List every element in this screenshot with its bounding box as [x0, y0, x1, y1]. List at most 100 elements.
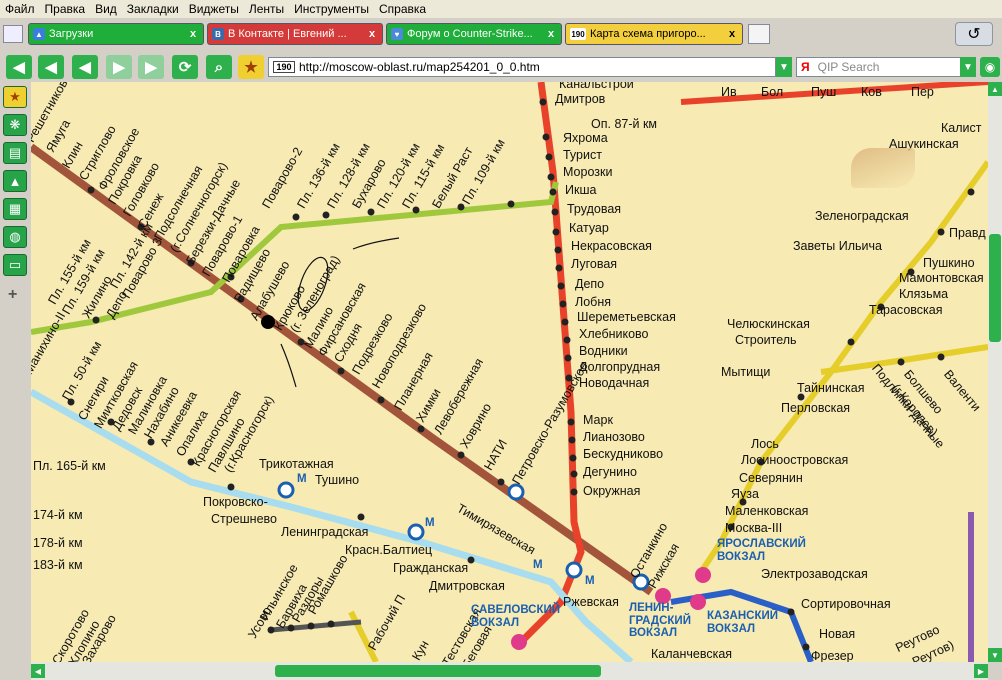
- search-icon[interactable]: ⌕: [206, 55, 232, 79]
- close-icon[interactable]: x: [366, 28, 378, 40]
- menu-help[interactable]: Справка: [374, 2, 431, 16]
- tab-bar: ▲ Загрузки x B В Контакте | Евгений ... …: [0, 20, 1002, 48]
- terminal-yaroslavsky: [695, 567, 711, 583]
- tab-map-active[interactable]: 190 Карта схема пригоро... x: [565, 23, 743, 45]
- favorites-star-icon[interactable]: ★: [238, 55, 264, 79]
- station-lugovaya: Луговая: [571, 257, 618, 271]
- scroll-corner: [988, 662, 1002, 680]
- add-sidebar-icon[interactable]: +: [8, 286, 17, 304]
- station-lianozovo: Лианозово: [583, 430, 645, 444]
- yandex-icon: Я: [801, 60, 810, 74]
- back-green-icon[interactable]: ◀: [38, 55, 64, 79]
- menu-tools[interactable]: Инструменты: [289, 2, 374, 16]
- calendar-icon[interactable]: ▦: [3, 198, 27, 220]
- tv-icon[interactable]: ▭: [3, 254, 27, 276]
- tab-downloads[interactable]: ▲ Загрузки x: [28, 23, 204, 45]
- scroll-up-icon[interactable]: ▲: [988, 82, 1002, 96]
- url-dropdown-icon[interactable]: ▼: [776, 57, 792, 77]
- back-icon[interactable]: ◀: [6, 55, 32, 79]
- map-view[interactable]: Канальстрой Дмитров Оп. 87-й км Яхрома Т…: [31, 82, 988, 662]
- search-input[interactable]: Я QIP Search: [796, 57, 976, 77]
- station-kalist: Калист: [941, 121, 982, 135]
- tab-label: Загрузки: [49, 28, 94, 40]
- station-dolgoprudnaya: Долгопрудная: [579, 360, 661, 374]
- forward-alt-icon[interactable]: ▶: [138, 55, 164, 79]
- downloads-icon: ▲: [33, 28, 45, 40]
- forum-icon: ♥: [391, 28, 403, 40]
- station-streshnevo: Стрешнево: [211, 512, 277, 526]
- station-zelenogradskaya: Зеленоградская: [815, 209, 909, 223]
- tab-list-icon[interactable]: [3, 25, 23, 43]
- forward-disabled-icon[interactable]: ▶: [106, 55, 132, 79]
- menu-edit[interactable]: Правка: [40, 2, 91, 16]
- station-stroitel: Строитель: [735, 333, 797, 347]
- new-tab-icon[interactable]: [748, 24, 770, 44]
- address-bar[interactable]: 190 http://moscow-oblast.ru/map254201_0_…: [268, 57, 776, 77]
- station-elektrozavodskaya: Электрозаводская: [761, 567, 868, 581]
- metro-marker: М: [297, 473, 307, 485]
- nav-toolbar: ◀ ◀ ◀ ▶ ▶ ⟳ ⌕ ★ 190 http://moscow-oblast…: [0, 52, 1002, 82]
- station-iksha: Икша: [565, 183, 597, 197]
- station-trikotazhnaya: Трикотажная: [259, 457, 334, 471]
- site-badge-icon: 190: [273, 61, 295, 73]
- widgets-icon[interactable]: ❋: [3, 114, 27, 136]
- tab-label: Карта схема пригоро...: [590, 28, 706, 40]
- metro-marker: М: [585, 575, 595, 587]
- menu-bookmarks[interactable]: Закладки: [122, 2, 184, 16]
- station-nekrasovskaya: Некрасовская: [571, 239, 652, 253]
- scroll-right-icon[interactable]: ▶: [974, 664, 988, 678]
- station-top-e: Пер: [911, 85, 934, 99]
- station-novodachnaya: Новодачная: [579, 376, 650, 390]
- station-ring: [407, 523, 425, 541]
- annotation-arrow: [352, 237, 400, 250]
- station-sheremetyevskaya: Шереметьевская: [577, 310, 676, 324]
- tab-forum[interactable]: ♥ Форум о Counter-Strike... x: [386, 23, 562, 45]
- vk-icon: B: [212, 28, 224, 40]
- downloads-icon[interactable]: ▲: [3, 170, 27, 192]
- station-tayninskaya: Тайнинская: [797, 381, 865, 395]
- scroll-left-icon[interactable]: ◀: [31, 664, 45, 678]
- close-icon[interactable]: x: [187, 28, 199, 40]
- search-dropdown-icon[interactable]: ▼: [960, 57, 976, 77]
- station-trudovaya: Трудовая: [567, 202, 622, 216]
- site-190-icon: 190: [570, 28, 586, 40]
- vertical-scroll-thumb[interactable]: [989, 234, 1001, 342]
- station-mytishchi: Мытищи: [721, 365, 771, 379]
- station-moskva3: Москва-III: [725, 521, 783, 535]
- station-okruzhnaya: Окружная: [583, 484, 641, 498]
- station-pravda: Правд: [949, 226, 986, 240]
- tab-vkontakte[interactable]: B В Контакте | Евгений ... x: [207, 23, 383, 45]
- menu-view[interactable]: Вид: [90, 2, 122, 16]
- station-op87: Оп. 87-й км: [591, 117, 658, 131]
- station-pushkino: Пушкино: [923, 256, 975, 270]
- close-icon[interactable]: x: [726, 28, 738, 40]
- close-icon[interactable]: x: [545, 28, 557, 40]
- vertical-scrollbar[interactable]: ▲ ▼: [988, 82, 1002, 662]
- menu-feeds[interactable]: Ленты: [244, 2, 289, 16]
- station-depo: Депо: [575, 277, 605, 291]
- notes-icon[interactable]: ▤: [3, 142, 27, 164]
- scroll-down-icon[interactable]: ▼: [988, 648, 1002, 662]
- menu-widgets[interactable]: Виджеты: [184, 2, 244, 16]
- station-dmitrovskaya: Дмитровская: [429, 579, 505, 593]
- menu-file[interactable]: Файл: [0, 2, 40, 16]
- station-yauza: Яуза: [731, 487, 759, 501]
- globe-icon[interactable]: ◍: [3, 226, 27, 248]
- menu-bar: Файл Правка Вид Закладки Виджеты Ленты И…: [0, 0, 1002, 18]
- station-tarasovskaya: Тарасовская: [869, 303, 943, 317]
- horizontal-scrollbar[interactable]: ◀ ▶: [31, 662, 988, 680]
- forward-icon[interactable]: ◀: [72, 55, 98, 79]
- station-dmitrov: Дмитров: [555, 92, 606, 106]
- eye-icon[interactable]: ◉: [980, 57, 1000, 77]
- favorites-icon[interactable]: ★: [3, 86, 27, 108]
- reload-icon[interactable]: ⟳: [172, 55, 198, 79]
- station-mark: Марк: [583, 413, 613, 427]
- station-top-a: Ив: [721, 85, 737, 99]
- station-ring: [277, 481, 295, 499]
- station-perlovskaya: Перловская: [781, 401, 851, 415]
- undo-close-icon[interactable]: ↺: [955, 22, 993, 46]
- search-placeholder: QIP Search: [817, 60, 880, 74]
- horizontal-scroll-thumb[interactable]: [275, 665, 601, 677]
- station-top-b: Бол: [761, 85, 784, 99]
- station-khlebnikovo: Хлебниково: [579, 327, 649, 341]
